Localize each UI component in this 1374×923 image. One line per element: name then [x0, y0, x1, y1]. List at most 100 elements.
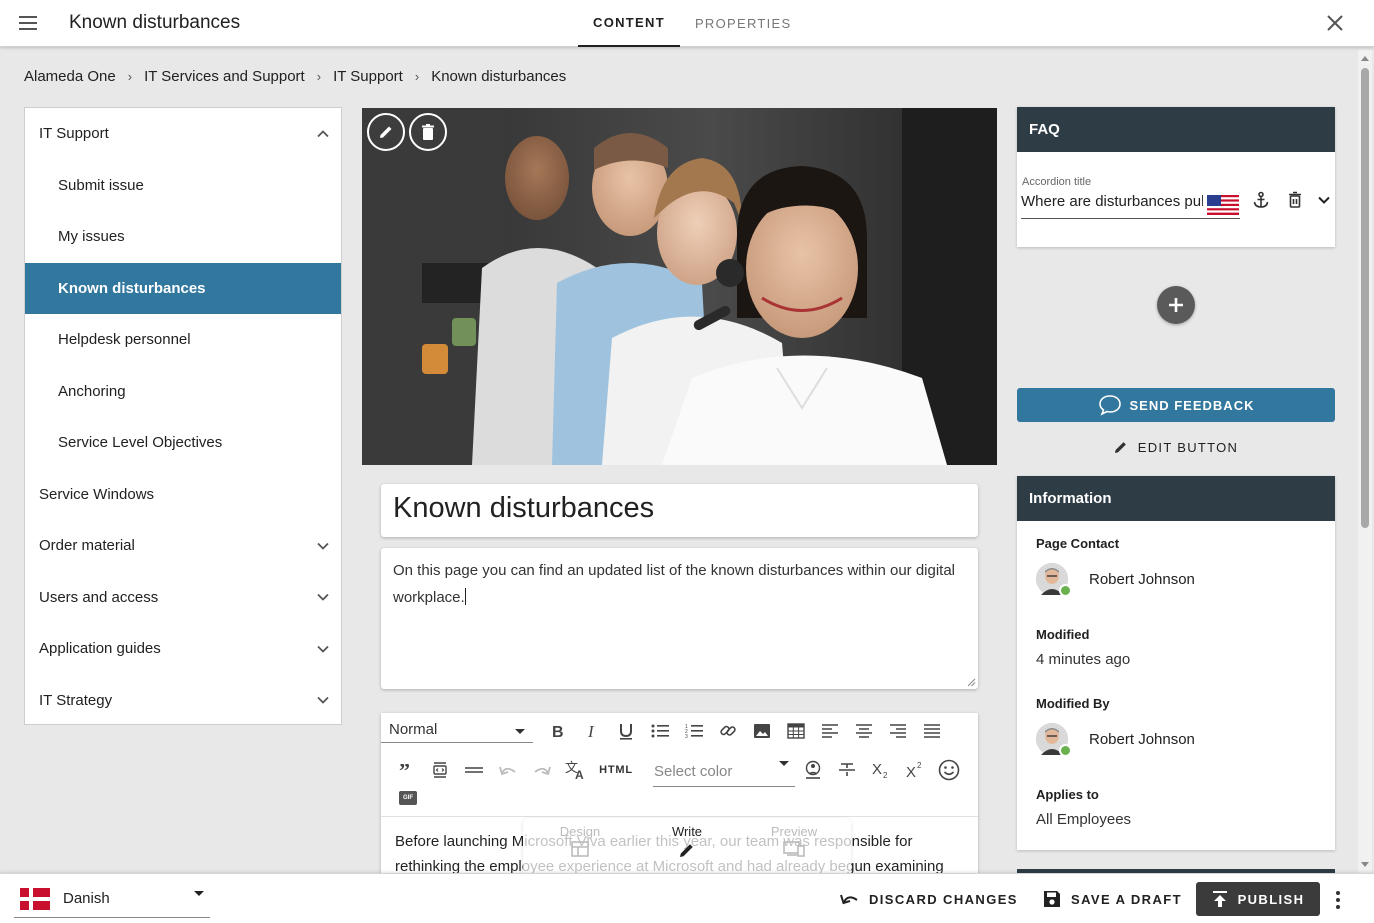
nav-item-label: Submit issue: [58, 176, 144, 194]
modified-by[interactable]: Robert Johnson: [1036, 722, 1195, 757]
nav-item-application-guides[interactable]: Application guides: [25, 623, 341, 675]
nav-item-it-strategy[interactable]: IT Strategy: [25, 675, 341, 727]
send-feedback-label: SEND FEEDBACK: [1129, 397, 1255, 413]
edit-button[interactable]: EDIT BUTTON: [1017, 434, 1335, 460]
nav-item-service-windows[interactable]: Service Windows: [25, 469, 341, 521]
link-icon[interactable]: [711, 716, 745, 746]
undo-icon[interactable]: [491, 755, 525, 785]
mode-write[interactable]: Write: [652, 824, 722, 875]
nav-item-label: IT Support: [39, 125, 109, 143]
save-icon: [1044, 891, 1060, 907]
italic-icon[interactable]: I: [575, 716, 609, 746]
information-title: Information: [1017, 476, 1335, 521]
intro-textarea[interactable]: On this page you can find an updated lis…: [381, 548, 978, 689]
chevron-down-icon[interactable]: [315, 692, 331, 708]
bold-icon[interactable]: B: [541, 716, 575, 746]
save-draft-button[interactable]: SAVE A DRAFT: [1043, 882, 1182, 916]
breadcrumb-item[interactable]: IT Services and Support: [144, 68, 305, 85]
tab-properties[interactable]: PROPERTIES: [680, 0, 807, 47]
chevron-up-icon[interactable]: [315, 126, 331, 142]
send-feedback-button[interactable]: SEND FEEDBACK: [1017, 388, 1335, 422]
add-accordion-button[interactable]: [1157, 286, 1195, 324]
gif-button[interactable]: GIF: [399, 791, 417, 805]
page-contact[interactable]: Robert Johnson: [1036, 562, 1195, 597]
mode-preview[interactable]: Preview: [759, 824, 829, 875]
applies-to-label: Applies to: [1036, 787, 1099, 802]
discard-changes-button[interactable]: DISCARD CHANGES: [839, 882, 1018, 916]
delete-image-button[interactable]: [409, 113, 447, 151]
chevron-down-icon[interactable]: [315, 538, 331, 554]
nav-item-label: Helpdesk personnel: [58, 331, 191, 349]
accordion-title-value: Where are disturbances published?: [1021, 193, 1203, 210]
nav-item-it-support[interactable]: IT Support: [25, 108, 341, 160]
denmark-flag-icon: [20, 888, 50, 910]
pencil-icon: [380, 126, 392, 138]
save-draft-label: SAVE A DRAFT: [1071, 891, 1182, 907]
editor-tabs: CONTENT PROPERTIES: [578, 0, 807, 47]
chevron-down-icon[interactable]: [315, 589, 331, 605]
chevron-down-icon[interactable]: [1312, 188, 1336, 212]
nav-item-helpdesk-personnel[interactable]: Helpdesk personnel: [25, 314, 341, 366]
color-select[interactable]: Select color: [653, 757, 795, 787]
tab-content[interactable]: CONTENT: [578, 0, 680, 47]
nav-item-anchoring[interactable]: Anchoring: [25, 366, 341, 418]
redo-icon[interactable]: [525, 755, 559, 785]
nav-item-my-issues[interactable]: My issues: [25, 211, 341, 263]
nav-item-submit-issue[interactable]: Submit issue: [25, 160, 341, 212]
anchor-icon[interactable]: [1249, 188, 1273, 212]
bullet-list-icon[interactable]: [643, 716, 677, 746]
breadcrumb-item[interactable]: IT Support: [333, 68, 403, 85]
accordion-title-field[interactable]: Accordion title Where are disturbances p…: [1021, 175, 1240, 219]
mode-label: Design: [559, 824, 601, 839]
underline-icon[interactable]: [609, 716, 643, 746]
nav-item-known-disturbances[interactable]: Known disturbances: [25, 262, 341, 314]
table-icon[interactable]: [779, 716, 813, 746]
translate-icon[interactable]: 文A: [559, 755, 593, 785]
more-options-icon[interactable]: [1328, 888, 1348, 912]
strikethrough-icon[interactable]: [830, 755, 864, 785]
hamburger-menu-icon[interactable]: [14, 10, 42, 36]
mode-design[interactable]: Design: [545, 824, 615, 875]
page-heading: Known disturbances: [69, 12, 241, 33]
paragraph-style-select[interactable]: Normal: [381, 715, 533, 743]
language-select[interactable]: Danish: [14, 882, 210, 918]
breadcrumb-item[interactable]: Alameda One: [24, 68, 116, 85]
nav-item-order-material[interactable]: Order material: [25, 520, 341, 572]
quote-icon[interactable]: ”: [389, 755, 423, 785]
accessibility-icon[interactable]: [796, 755, 830, 785]
html-source-button[interactable]: HTML: [593, 755, 639, 785]
numbered-list-icon[interactable]: 123: [677, 716, 711, 746]
page-title-input[interactable]: Known disturbances: [381, 484, 978, 537]
top-bar: Known disturbances CONTENT PROPERTIES: [0, 0, 1374, 47]
emoji-icon[interactable]: [932, 755, 966, 785]
align-left-icon[interactable]: [813, 716, 847, 746]
superscript-icon[interactable]: X2: [898, 755, 932, 785]
section-navigation: IT Support Submit issue My issues Known …: [24, 107, 342, 725]
page-scrollbar[interactable]: [1358, 50, 1372, 873]
nav-item-service-level-objectives[interactable]: Service Level Objectives: [25, 417, 341, 469]
modified-label: Modified: [1036, 627, 1090, 642]
subscript-icon[interactable]: X2: [864, 755, 898, 785]
image-icon[interactable]: [745, 716, 779, 746]
publish-button[interactable]: PUBLISH: [1196, 882, 1320, 916]
scroll-thumb[interactable]: [1361, 68, 1369, 528]
edit-image-button[interactable]: [367, 113, 405, 151]
align-justify-icon[interactable]: [915, 716, 949, 746]
svg-text:A: A: [575, 768, 584, 780]
align-center-icon[interactable]: [847, 716, 881, 746]
scroll-up-icon[interactable]: [1361, 56, 1369, 61]
nav-item-users-and-access[interactable]: Users and access: [25, 572, 341, 624]
devices-icon: [783, 841, 805, 857]
chevron-down-icon[interactable]: [315, 641, 331, 657]
close-icon[interactable]: [1324, 12, 1346, 34]
code-block-icon[interactable]: [423, 755, 457, 785]
horizontal-rule-icon[interactable]: [457, 755, 491, 785]
discard-changes-label: DISCARD CHANGES: [869, 891, 1018, 907]
chevron-right-icon: ›: [414, 69, 420, 84]
trash-icon[interactable]: [1283, 188, 1307, 212]
scroll-down-icon[interactable]: [1361, 862, 1369, 867]
nav-item-label: Service Windows: [39, 485, 155, 503]
us-flag-icon[interactable]: [1207, 195, 1239, 215]
align-right-icon[interactable]: [881, 716, 915, 746]
resize-handle-icon[interactable]: [967, 678, 976, 687]
